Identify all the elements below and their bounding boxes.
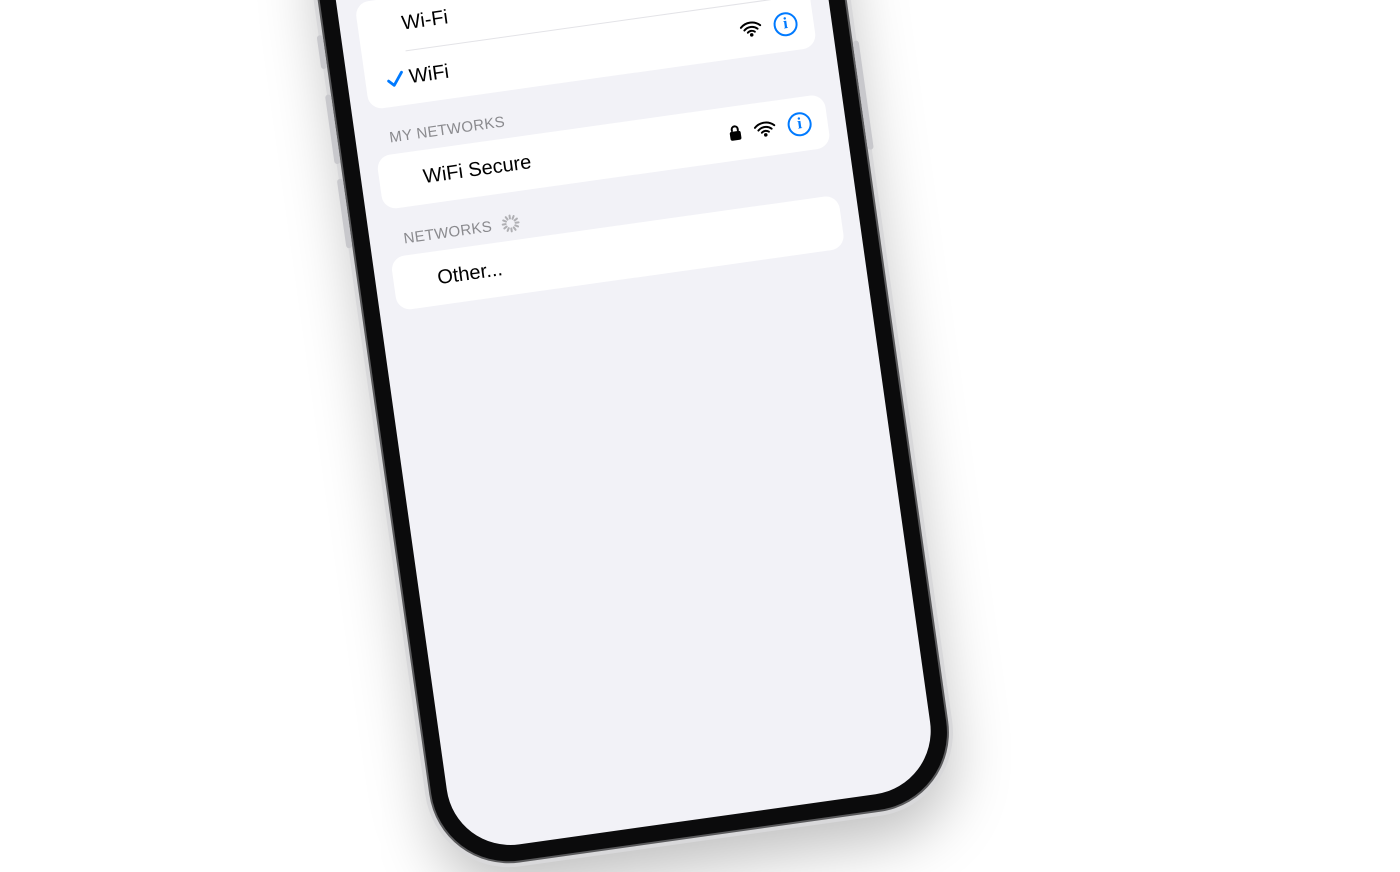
info-icon[interactable]: i [772,11,799,38]
spinner-icon [501,213,521,233]
networks-header-label: NETWORKS [402,218,493,247]
info-icon[interactable]: i [786,111,813,138]
iphone-device-frame: 9:41 [303,0,957,871]
mute-switch [317,35,328,70]
screen: 9:41 [321,0,939,853]
wifi-signal-icon [753,120,777,139]
checkmark-icon [384,68,407,91]
volume-up-button [325,94,341,164]
volume-down-button [337,178,353,248]
side-button [853,40,874,150]
wifi-signal-icon [739,20,763,39]
lock-icon [727,123,743,143]
